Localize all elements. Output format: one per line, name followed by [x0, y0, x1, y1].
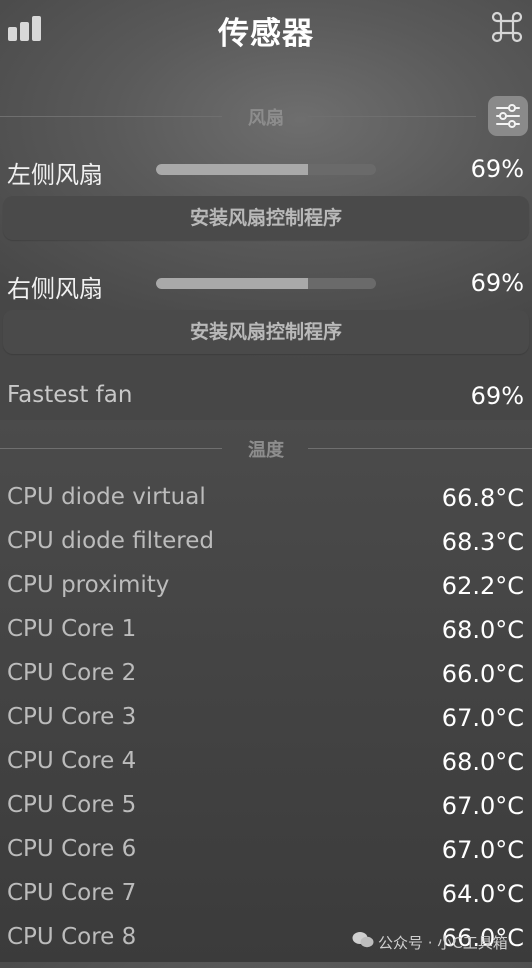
sensor-temperature: 67.0°C: [441, 704, 524, 732]
temperature-section-header: 温度: [0, 436, 532, 461]
sensor-name: CPU diode virtual: [7, 484, 206, 510]
sensor-name: CPU Core 2: [7, 660, 137, 686]
command-icon[interactable]: [490, 10, 524, 44]
fan-value-left: 69%: [470, 155, 524, 183]
temperature-row: CPU Core 3 67.0°C: [0, 704, 532, 748]
sensor-name: CPU proximity: [7, 572, 170, 598]
temperature-row: CPU diode virtual 66.8°C: [0, 484, 532, 528]
temperature-row: CPU Core 4 68.0°C: [0, 748, 532, 792]
sensor-name: CPU diode filtered: [7, 528, 214, 554]
fan-settings-button[interactable]: [488, 96, 528, 136]
sensor-name: CPU Core 8: [7, 924, 137, 950]
temperature-row: CPU Core 1 68.0°C: [0, 616, 532, 660]
sensor-temperature: 64.0°C: [441, 880, 524, 908]
sensor-temperature: 66.0°C: [441, 660, 524, 688]
temperature-row: CPU Core 7 64.0°C: [0, 880, 532, 924]
fan-speed-bar-left: [156, 164, 376, 175]
temperature-row: CPU Core 6 67.0°C: [0, 836, 532, 880]
fans-section-header: 风扇: [0, 104, 532, 129]
page-title: 传感器: [218, 16, 314, 52]
divider: [308, 116, 476, 117]
sensor-temperature: 68.3°C: [441, 528, 524, 556]
install-fan-control-button[interactable]: 安装风扇控制程序: [3, 196, 529, 240]
fastest-fan-value: 69%: [470, 382, 524, 410]
sliders-icon: [496, 104, 520, 128]
sensor-name: CPU Core 3: [7, 704, 137, 730]
fan-speed-bar-right: [156, 278, 376, 289]
fan-label-left: 左侧风扇: [7, 161, 103, 189]
header-bar: 传感器: [0, 0, 532, 56]
sensor-temperature: 67.0°C: [441, 792, 524, 820]
sensor-temperature: 66.8°C: [441, 484, 524, 512]
temperature-row: CPU Core 5 67.0°C: [0, 792, 532, 836]
sensor-name: CPU Core 1: [7, 616, 137, 642]
install-fan-control-button[interactable]: 安装风扇控制程序: [3, 310, 529, 354]
temperature-row: CPU proximity 62.2°C: [0, 572, 532, 616]
sensor-temperature: 67.0°C: [441, 836, 524, 864]
fan-value-right: 69%: [470, 269, 524, 297]
wechat-icon: [352, 932, 374, 948]
watermark: 公众号 · 小C工具箱: [352, 928, 532, 956]
sensor-name: CPU Core 7: [7, 880, 137, 906]
sensor-name: CPU Core 6: [7, 836, 137, 862]
sensor-temperature: 62.2°C: [441, 572, 524, 600]
fastest-fan-label: Fastest fan: [7, 382, 133, 408]
fan-speed-bar-fill: [156, 164, 308, 175]
temperature-row: CPU Core 2 66.0°C: [0, 660, 532, 704]
sensor-name: CPU Core 5: [7, 792, 137, 818]
fans-section-title: 风扇: [248, 108, 284, 129]
sensor-temperature: 68.0°C: [441, 616, 524, 644]
divider: [308, 448, 532, 449]
sensor-name: CPU Core 4: [7, 748, 137, 774]
sensor-temperature: 68.0°C: [441, 748, 524, 776]
watermark-text: 公众号 · 小C工具箱: [378, 934, 508, 952]
temperature-section-title: 温度: [248, 440, 284, 461]
temperature-row: CPU diode filtered 68.3°C: [0, 528, 532, 572]
fan-label-right: 右侧风扇: [7, 275, 103, 303]
fan-speed-bar-fill: [156, 278, 308, 289]
